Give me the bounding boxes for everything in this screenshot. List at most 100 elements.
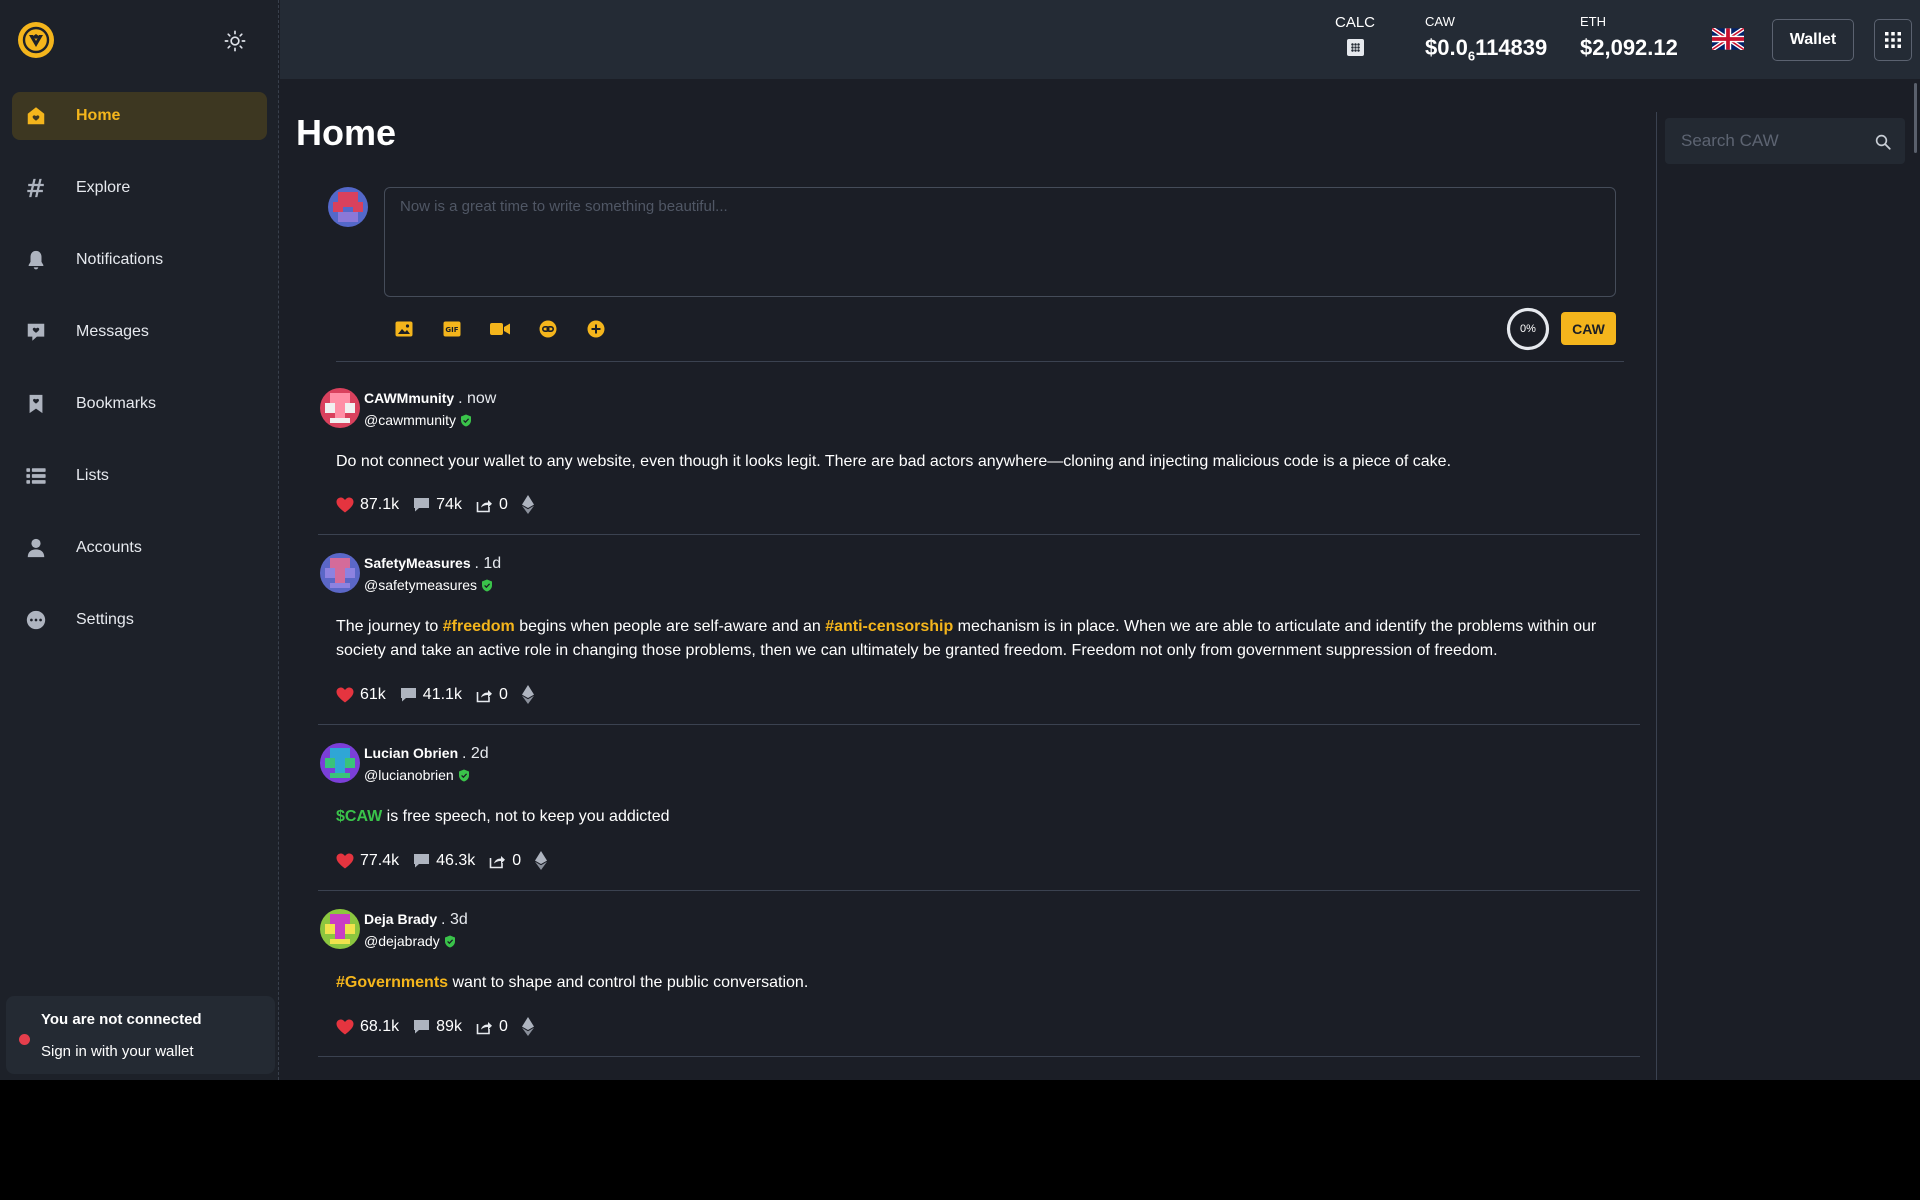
gif-icon[interactable]: GIF (441, 318, 463, 340)
comment-count: 41.1k (422, 685, 462, 703)
scrollbar-track[interactable] (1908, 79, 1920, 1080)
hashtag-link[interactable]: #freedom (443, 618, 515, 635)
tip-eth-button[interactable] (521, 1017, 540, 1036)
sidebar-item-accounts[interactable]: Accounts (12, 524, 267, 572)
theme-toggle-sun-icon[interactable] (222, 28, 248, 54)
share-button[interactable]: 0 (476, 496, 508, 514)
like-count: 68.1k (360, 1017, 400, 1035)
tip-eth-button[interactable] (521, 685, 540, 704)
status-dot (19, 1034, 30, 1045)
share-count: 0 (512, 851, 522, 869)
calculator-button[interactable]: CALC (1335, 14, 1375, 61)
post-handle[interactable]: @cawmmunity (364, 412, 472, 428)
ethereum-icon (535, 851, 553, 870)
main-nav: Home Explore Notifications Messages Book… (12, 92, 267, 668)
post-handle[interactable]: @dejabrady (364, 933, 456, 949)
like-button[interactable]: 77.4k (336, 852, 399, 870)
share-icon (476, 1019, 499, 1035)
person-icon (24, 536, 48, 560)
sidebar-item-label: Explore (76, 179, 131, 196)
progress-value: 0% (1520, 323, 1536, 335)
cashtag-link[interactable]: $CAW (336, 808, 382, 825)
sidebar-item-label: Settings (76, 611, 134, 628)
sidebar-item-label: Home (76, 107, 121, 124)
apps-grid-button[interactable] (1874, 19, 1912, 61)
post-text-segment: Do not connect your wallet to any websit… (336, 453, 1452, 470)
post-textarea[interactable] (400, 198, 1600, 288)
like-count: 87.1k (360, 495, 400, 513)
tip-eth-button[interactable] (521, 495, 540, 514)
hashtag-link[interactable]: #anti-censorship (825, 618, 953, 635)
wallet-button[interactable]: Wallet (1772, 19, 1854, 61)
sign-in-link[interactable]: Sign in with your wallet (41, 1043, 194, 1060)
sidebar-item-notifications[interactable]: Notifications (12, 236, 267, 284)
uk-flag-icon[interactable] (1712, 28, 1744, 50)
eth-price: ETH $2,092.12 (1580, 14, 1678, 61)
post-author[interactable]: Lucian Obrien . 2d (364, 745, 489, 763)
video-icon[interactable] (489, 318, 511, 340)
post-time: . 1d (474, 555, 502, 572)
sidebar-item-lists[interactable]: Lists (12, 452, 267, 500)
image-upload-icon[interactable] (393, 318, 415, 340)
like-button[interactable]: 87.1k (336, 496, 399, 514)
like-count: 61k (360, 685, 386, 703)
sidebar-item-label: Lists (76, 467, 109, 484)
post-author[interactable]: SafetyMeasures . 1d (364, 555, 501, 573)
caw-price-value: $0.06114839 (1425, 35, 1548, 64)
link-icon[interactable] (537, 318, 559, 340)
post-author[interactable]: CAWMmunity . now (364, 390, 496, 408)
tip-eth-button[interactable] (535, 851, 553, 870)
feed-post[interactable]: Deja Brady . 3d @dejabrady #Governments wa… (318, 909, 1640, 1057)
comment-button[interactable]: 41.1k (400, 686, 462, 704)
sidebar-item-explore[interactable]: Explore (12, 164, 267, 212)
comment-button[interactable]: 46.3k (413, 852, 475, 870)
search-box (1665, 118, 1905, 164)
hashtag-link[interactable]: #Governments (336, 974, 448, 991)
avatar[interactable] (320, 553, 360, 593)
search-input[interactable] (1681, 128, 1861, 154)
column-divider (1656, 112, 1657, 1080)
post-handle[interactable]: @lucianobrien (364, 767, 470, 783)
character-progress-ring: 0% (1506, 307, 1550, 351)
svg-text:GIF: GIF (445, 326, 458, 334)
post-handle[interactable]: @safetymeasures (364, 577, 493, 593)
comment-icon (413, 853, 436, 869)
comment-button[interactable]: 89k (413, 1018, 462, 1036)
post-text-segment: want to shape and control the public con… (448, 974, 809, 991)
sidebar-item-home[interactable]: Home (12, 92, 267, 140)
avatar[interactable] (320, 743, 360, 783)
sidebar-item-messages[interactable]: Messages (12, 308, 267, 356)
share-button[interactable]: 0 (489, 852, 521, 870)
feed-post[interactable]: SafetyMeasures . 1d @safetymeasures The jo… (318, 553, 1640, 725)
feed-post[interactable]: Lucian Obrien . 2d @lucianobrien $CAW is f… (318, 743, 1640, 891)
caw-price: CAW $0.06114839 (1425, 14, 1547, 63)
share-button[interactable]: 0 (476, 686, 508, 704)
like-button[interactable]: 68.1k (336, 1018, 399, 1036)
share-button[interactable]: 0 (476, 1018, 508, 1036)
caw-submit-button[interactable]: CAW (1561, 312, 1616, 345)
home-icon (24, 104, 48, 128)
eth-price-label: ETH (1580, 14, 1606, 29)
post-time: . 3d (441, 911, 468, 928)
bookmark-icon (24, 392, 48, 416)
like-button[interactable]: 61k (336, 686, 386, 704)
post-text-segment: is free speech, not to keep you addicted (382, 808, 670, 825)
post-author[interactable]: Deja Brady . 3d (364, 911, 468, 929)
search-icon[interactable] (1874, 133, 1892, 151)
scrollbar-thumb[interactable] (1914, 83, 1917, 153)
comment-icon (400, 687, 423, 703)
add-more-icon[interactable] (585, 318, 607, 340)
avatar[interactable] (320, 909, 360, 949)
sidebar-item-bookmarks[interactable]: Bookmarks (12, 380, 267, 428)
ethereum-icon (521, 685, 540, 704)
caw-logo[interactable] (18, 22, 54, 58)
share-count: 0 (498, 685, 508, 703)
post-actions: 61k 41.1k 0 (336, 685, 554, 704)
sidebar-item-settings[interactable]: Settings (12, 596, 267, 644)
comment-button[interactable]: 74k (413, 496, 462, 514)
post-time: . now (458, 390, 497, 407)
avatar[interactable] (320, 388, 360, 428)
feed-post[interactable]: CAWMmunity . now @cawmmunity Do not connec… (318, 388, 1640, 535)
post-actions: 68.1k 89k 0 (336, 1017, 554, 1036)
more-icon (24, 608, 48, 632)
